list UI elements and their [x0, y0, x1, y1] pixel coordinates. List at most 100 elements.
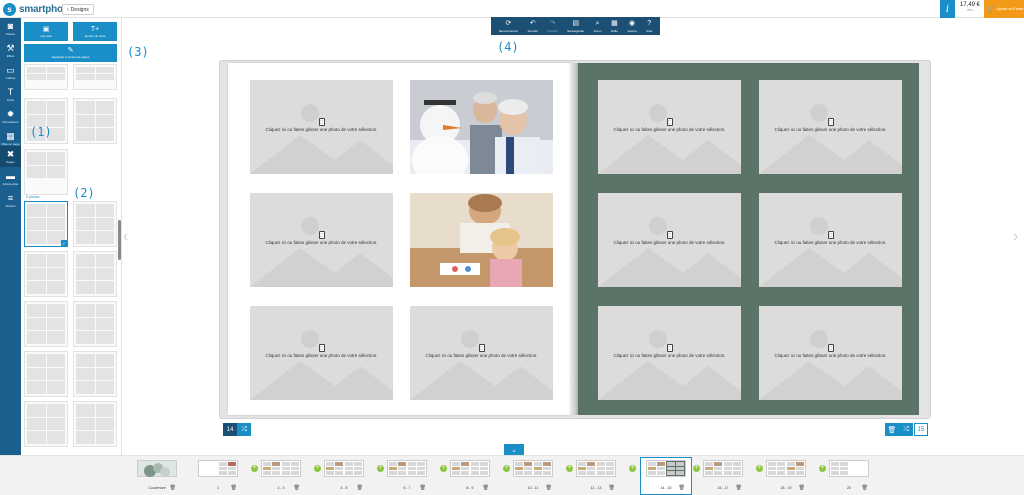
trash-icon[interactable]: 🗑 — [483, 485, 489, 491]
preview-button[interactable]: ◉ Aperçu — [627, 20, 637, 33]
layout-option[interactable] — [73, 201, 117, 247]
toolbar-label: Recommencer — [498, 28, 519, 33]
filmstrip-item-1[interactable]: 1 🗑 — [193, 458, 243, 494]
trash-icon[interactable]: 🗑 — [862, 485, 868, 491]
filmstrip-item-4-5[interactable]: 4 - 5 🗑 — [319, 458, 369, 494]
reload-icon: ⟳ — [505, 19, 512, 27]
rail-item-options[interactable]: ≡ Options — [0, 190, 21, 211]
photo-slot[interactable]: ⬚ Cliquez ici ou faites glisser une phot… — [250, 193, 393, 287]
rail-label: Photos — [5, 31, 16, 36]
add-text-button[interactable]: T+ Ajouter du texte — [73, 22, 117, 41]
back-to-designs-button[interactable]: ‹ Designs — [62, 4, 94, 15]
rail-item-effects[interactable]: ⚒ Effets — [0, 40, 21, 61]
layout-option[interactable] — [73, 251, 117, 297]
filmstrip-item-8-9[interactable]: 8 - 9 🗑 — [445, 458, 495, 494]
filmstrip-toggle-button[interactable]: ⌄ — [504, 444, 524, 455]
filmstrip-item-cover[interactable]: Couverture 🗑 — [132, 458, 182, 494]
help-button[interactable]: ? Aide — [646, 20, 652, 33]
filmstrip-item-20[interactable]: 20 🗑 — [824, 458, 874, 494]
trash-icon[interactable]: 🗑 — [170, 485, 176, 491]
layout-option-selected[interactable]: ✓ — [24, 201, 68, 247]
layout-option[interactable] — [24, 351, 68, 397]
layout-option[interactable] — [73, 351, 117, 397]
panel-scrollbar[interactable] — [118, 220, 121, 260]
photo-slot[interactable]: ⬚ Cliquez ici ou faites glisser une phot… — [598, 306, 741, 400]
prev-spread-arrow-icon[interactable]: ‹ — [123, 228, 128, 246]
photo-slot[interactable]: ⬚ Cliquez ici ou faites glisser une phot… — [250, 80, 393, 174]
add-page-plus-icon[interactable]: + — [629, 465, 636, 472]
layout-option[interactable] — [24, 64, 68, 90]
layout-option[interactable] — [24, 301, 68, 347]
save-button[interactable]: ▤ Sauvegarder — [567, 20, 584, 33]
photo-slot[interactable]: ⬚ Cliquez ici ou faites glisser une phot… — [598, 80, 741, 174]
undo-icon: ↶ — [529, 19, 536, 27]
layout-option[interactable] — [73, 301, 117, 347]
rail-item-text[interactable]: T Texte — [0, 84, 21, 105]
trash-icon[interactable]: 🗑 — [294, 485, 300, 491]
rail-label: Décorations — [2, 119, 19, 124]
next-spread-arrow-icon[interactable]: › — [1013, 228, 1018, 246]
layout-option[interactable] — [24, 149, 68, 195]
photo-drop-icon: ⬚ — [318, 117, 325, 126]
page-thumbnail — [829, 460, 869, 477]
layout-option[interactable] — [73, 64, 117, 90]
filmstrip-item-12-13[interactable]: 12 - 13 🗑 — [571, 458, 621, 494]
trash-icon[interactable]: 🗑 — [679, 485, 685, 491]
trash-icon[interactable]: 🗑 — [357, 485, 363, 491]
grid-button[interactable]: ▦ Grille — [611, 20, 618, 33]
left-page-number: 14 — [223, 423, 237, 436]
photo-grandma-child-drawing[interactable] — [410, 193, 553, 287]
layout-option[interactable] — [73, 401, 117, 447]
filmstrip-item-2-3[interactable]: 2 - 3 🗑 — [256, 458, 306, 494]
restart-button[interactable]: ⟳ Recommencer — [499, 20, 519, 33]
layout-option[interactable] — [24, 251, 68, 297]
undo-button[interactable]: ↶ Annuler — [528, 20, 538, 33]
layout-option[interactable] — [73, 98, 117, 144]
photo-drop-icon: ⬚ — [478, 343, 485, 352]
delete-right-button[interactable]: 🗑 — [885, 423, 899, 436]
wand-icon: ✎ — [67, 47, 74, 54]
toolbar-label: Aide — [646, 28, 653, 33]
layout-option[interactable] — [24, 401, 68, 447]
trash-icon[interactable]: 🗑 — [736, 485, 742, 491]
trash-icon[interactable]: 🗑 — [609, 485, 615, 491]
photo-slot[interactable]: ⬚ Cliquez ici ou faites glisser une phot… — [759, 80, 902, 174]
rail-item-background[interactable]: ▬ Arrière-plan — [0, 168, 21, 189]
page-thumbnail — [703, 460, 743, 477]
filmstrip-item-6-7[interactable]: 6 - 7 🗑 — [382, 458, 432, 494]
chevron-down-icon: ⌄ — [511, 446, 517, 454]
shuffle-right-button[interactable]: ⤮ — [899, 423, 913, 436]
toolbar-label: Sauvegarder — [567, 28, 585, 33]
toolbar-label: Aperçu — [627, 28, 637, 33]
photo-slot[interactable]: ⬚ Cliquez ici ou faites glisser une phot… — [759, 193, 902, 287]
rail-item-decorations[interactable]: ✹ Décorations — [0, 106, 21, 127]
zoom-button[interactable]: ⌕ Zoom — [594, 20, 602, 33]
shuffle-icon: ⤮ — [903, 425, 909, 433]
trash-icon[interactable]: 🗑 — [231, 485, 237, 491]
eye-icon: ◉ — [629, 19, 636, 27]
redo-button[interactable]: ↷ Rétablir — [547, 20, 557, 33]
photo-snowman-grandparents[interactable] — [410, 80, 553, 174]
photo-slot[interactable]: ⬚ Cliquez ici ou faites glisser une phot… — [410, 306, 553, 400]
photo-slot[interactable]: ⬚ Cliquez ici ou faites glisser une phot… — [759, 306, 902, 400]
rail-item-photos[interactable]: ◙ Photos — [0, 18, 21, 39]
filmstrip-item-14-15[interactable]: 14 - 15 🗑 — [640, 457, 692, 495]
filmstrip-item-18-19[interactable]: 18 - 19 🗑 — [761, 458, 811, 494]
trash-icon[interactable]: 🗑 — [546, 485, 552, 491]
filmstrip-item-10-11[interactable]: 10 - 11 🗑 — [508, 458, 558, 494]
apply-all-pages-button[interactable]: ✎ Appliquer à toutes les pages — [24, 44, 117, 62]
trash-icon[interactable]: 🗑 — [799, 485, 805, 491]
rail-item-frames[interactable]: ▭ Cadres — [0, 62, 21, 83]
editor-app: s smartphoto ‹ Designs i 17,49 € dès 🛒 A… — [0, 0, 1024, 495]
photo-slot[interactable]: ⬚ Cliquez ici ou faites glisser une phot… — [250, 306, 393, 400]
rail-item-pages[interactable]: ✖ Pages — [0, 146, 21, 167]
photo-slot[interactable]: ⬚ Cliquez ici ou faites glisser une phot… — [598, 193, 741, 287]
price-sub-label: dès — [967, 8, 973, 12]
add-to-cart-button[interactable]: 🛒 Ajouter au Panier — [984, 0, 1024, 18]
filmstrip-item-16-17[interactable]: 16 - 17 🗑 — [698, 458, 748, 494]
trash-icon[interactable]: 🗑 — [420, 485, 426, 491]
info-button[interactable]: i — [940, 0, 955, 18]
shuffle-left-button[interactable]: ⤮ — [237, 423, 251, 436]
cover-thumbnail-graphic — [144, 463, 170, 477]
layouts-button[interactable]: ▣ Lay-outs — [24, 22, 68, 41]
